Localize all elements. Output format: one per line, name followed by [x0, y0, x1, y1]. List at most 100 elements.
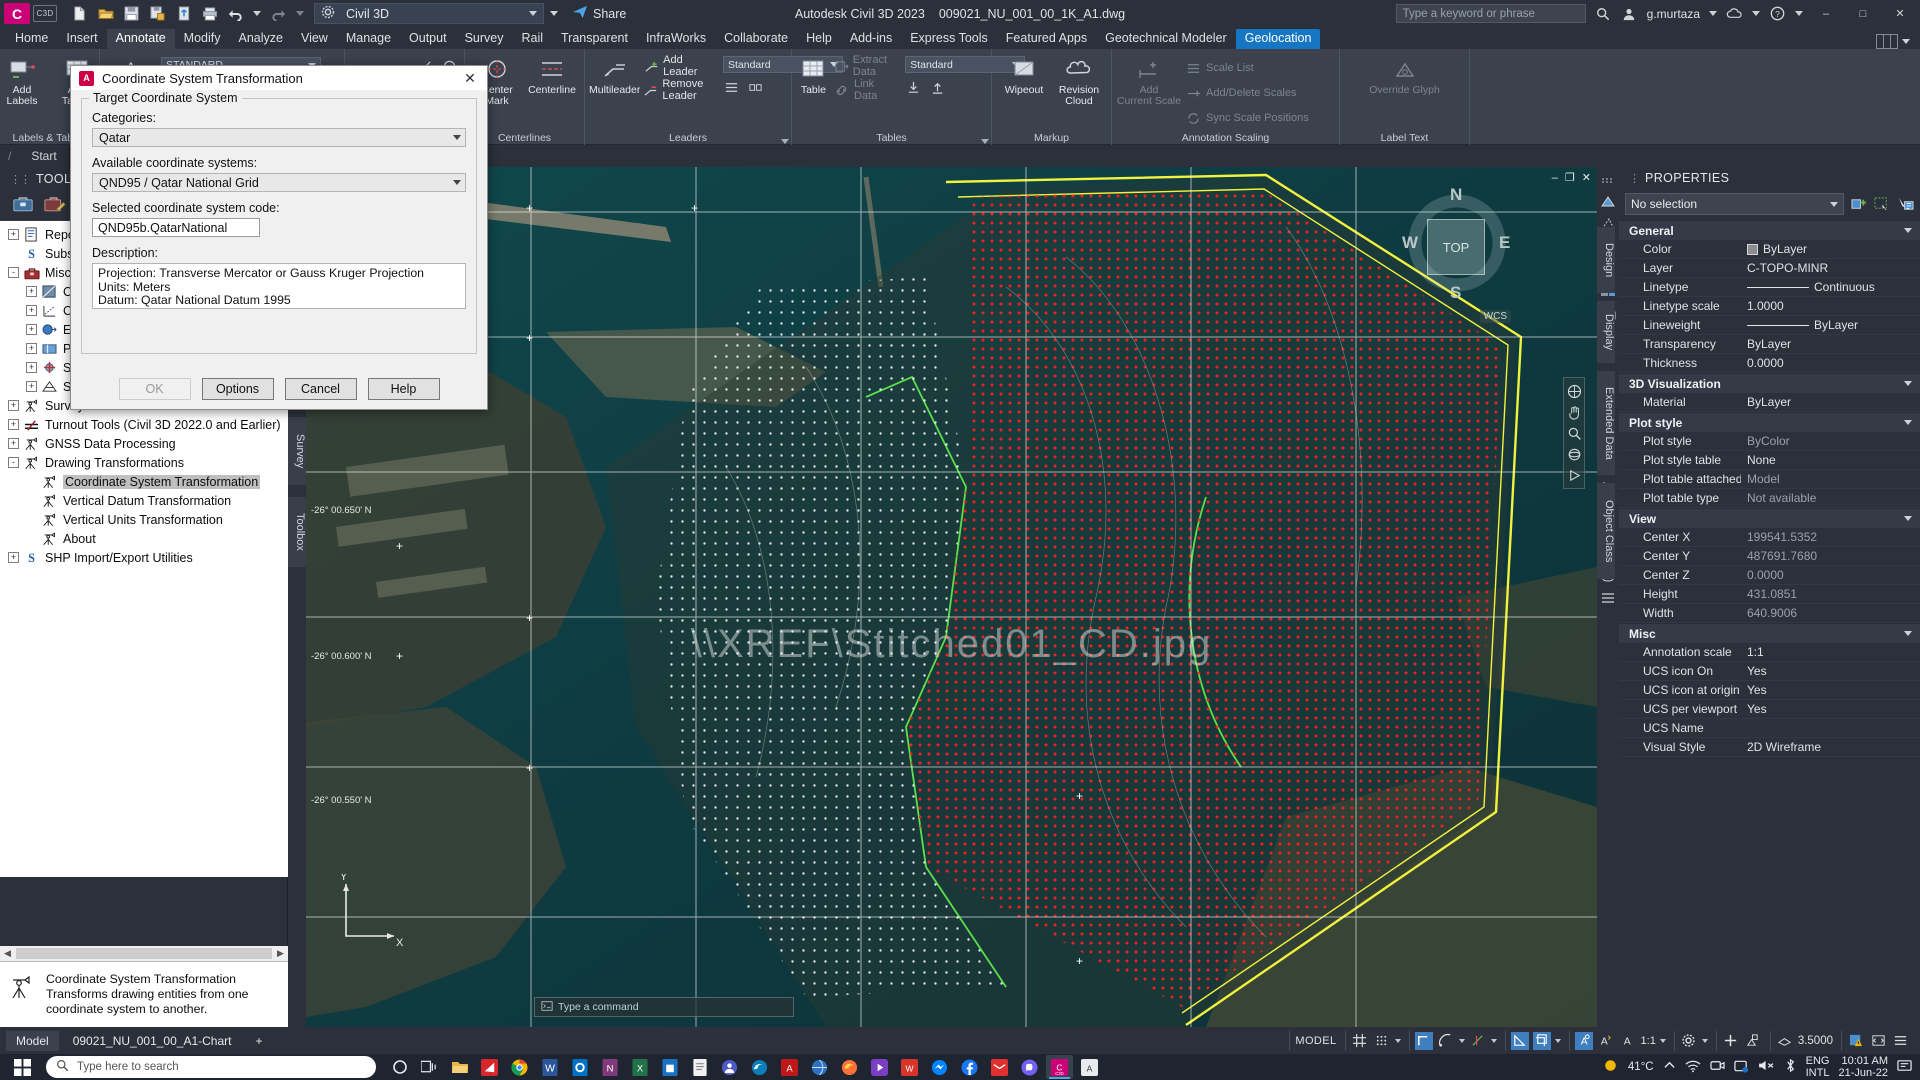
camera-icon[interactable] — [1710, 1059, 1725, 1075]
tree-expander-icon[interactable]: + — [26, 343, 37, 354]
print-icon[interactable] — [201, 5, 218, 22]
acad-icon[interactable]: A — [776, 1055, 803, 1079]
toolspace-hscrollbar[interactable]: ◀ ▶ — [0, 946, 288, 961]
select-objects-icon[interactable] — [1874, 196, 1891, 213]
search-input[interactable]: Type a keyword or phrase — [1395, 4, 1586, 23]
property-value[interactable]: 0.0000 — [1741, 356, 1920, 370]
layout-tab[interactable]: 09021_NU_001_00_A1-Chart — [63, 1031, 242, 1051]
model-space-button[interactable]: MODEL — [1289, 1030, 1341, 1051]
view-cube[interactable]: N S E W TOP — [1397, 179, 1517, 302]
property-value[interactable]: ByLayer — [1741, 337, 1920, 351]
property-value[interactable]: ByLayer — [1741, 242, 1920, 256]
snap-icon[interactable] — [1373, 1032, 1391, 1050]
property-value[interactable]: C-TOPO-MINR — [1741, 261, 1920, 275]
grip-icon[interactable]: ⋮⋮ — [10, 173, 31, 186]
property-row[interactable]: UCS icon On Yes — [1619, 662, 1920, 681]
grip-icon[interactable]: ⋮ — [1629, 172, 1640, 185]
toolbox-edit-tab-icon[interactable] — [44, 194, 66, 218]
property-group-header[interactable]: General — [1619, 220, 1920, 240]
showmotion-icon[interactable] — [1566, 467, 1582, 483]
bluetooth-icon[interactable] — [1784, 1058, 1797, 1076]
notifications-icon[interactable] — [1897, 1058, 1912, 1076]
word-icon[interactable]: W — [536, 1055, 563, 1079]
table-download-icon[interactable] — [905, 79, 922, 96]
tree-node[interactable]: + S SHP Import/Export Utilities — [0, 548, 288, 567]
mail-icon[interactable] — [986, 1055, 1013, 1079]
ribbon-tab-survey[interactable]: Survey — [456, 29, 513, 49]
property-value[interactable]: ByLayer — [1741, 395, 1920, 409]
viewcube-north-label[interactable]: N — [1450, 185, 1462, 205]
override-glyph-button[interactable]: Override Glyph — [1368, 52, 1442, 96]
ribbon-tab-infraworks[interactable]: InfraWorks — [637, 29, 715, 49]
tree-node[interactable]: - Drawing Transformations — [0, 453, 288, 472]
object-snap-icon[interactable] — [1469, 1032, 1487, 1050]
c3d-icon[interactable]: C C3D — [1046, 1055, 1073, 1079]
chevron-down-icon[interactable] — [1904, 228, 1912, 233]
tree-expander-icon[interactable]: + — [8, 229, 19, 240]
redo-dropdown-icon[interactable] — [296, 11, 304, 16]
volume-mute-icon[interactable] — [1758, 1059, 1775, 1075]
open-icon[interactable] — [97, 5, 114, 22]
scroll-thumb[interactable] — [16, 948, 272, 959]
cloud-menu-icon[interactable] — [1752, 11, 1760, 16]
user-menu-icon[interactable] — [1709, 11, 1717, 16]
add-labels-button[interactable]: Add Labels — [0, 52, 48, 107]
customize-icon[interactable] — [1891, 1032, 1909, 1050]
tree-expander-icon[interactable]: + — [8, 419, 19, 430]
teams-icon[interactable] — [716, 1055, 743, 1079]
chevron-down-icon[interactable] — [1904, 631, 1912, 636]
property-value[interactable]: 1:1 — [1741, 645, 1920, 659]
tree-expander-icon[interactable]: + — [8, 400, 19, 411]
viewport-window-controls[interactable]: – ❐ ✕ — [1552, 171, 1591, 185]
annotation-visibility-icon[interactable]: A — [1574, 1031, 1593, 1050]
property-row[interactable]: Plot style ByColor — [1619, 432, 1920, 451]
orbit-icon[interactable] — [1566, 446, 1582, 462]
extract-data-button[interactable]: Extract Data — [834, 54, 898, 78]
property-row[interactable]: Center X 199541.5352 — [1619, 528, 1920, 547]
tree-node[interactable]: Vertical Datum Transformation — [0, 491, 288, 510]
coordinate-system-transformation-dialog[interactable]: A Coordinate System Transformation ✕ Tar… — [70, 65, 488, 410]
ribbon-tab-manage[interactable]: Manage — [337, 29, 400, 49]
temperature-label[interactable]: 41°C — [1628, 1061, 1654, 1073]
new-icon[interactable] — [71, 5, 88, 22]
ribbon-tab-featured-apps[interactable]: Featured Apps — [997, 29, 1096, 49]
zoom-icon[interactable] — [1566, 425, 1582, 441]
ribbon-tab-add-ins[interactable]: Add-ins — [841, 29, 901, 49]
show-hidden-icons-icon[interactable] — [1663, 1060, 1676, 1074]
username-label[interactable]: g.murtaza — [1647, 7, 1700, 21]
polar-tracking-icon[interactable] — [1437, 1032, 1455, 1050]
saveas-icon[interactable] — [149, 5, 166, 22]
property-value[interactable]: 487691.7680 — [1741, 549, 1920, 563]
property-group-header[interactable]: Misc — [1619, 623, 1920, 643]
surface-create-icon[interactable] — [1599, 193, 1617, 211]
property-value[interactable]: None — [1741, 453, 1920, 467]
property-value[interactable]: Model — [1741, 472, 1920, 486]
property-row[interactable]: Center Y 487691.7680 — [1619, 547, 1920, 566]
qat-more-icon[interactable] — [550, 11, 558, 16]
tree-node[interactable]: About — [0, 529, 288, 548]
toolspace-tab-survey[interactable]: Survey — [288, 417, 306, 485]
store-icon[interactable] — [656, 1055, 683, 1079]
tree-node[interactable]: Coordinate System Transformation — [0, 472, 288, 491]
property-row[interactable]: Width 640.9006 — [1619, 604, 1920, 623]
ribbon-tab-transparent[interactable]: Transparent — [552, 29, 637, 49]
revision-cloud-button[interactable]: Revision Cloud — [1053, 52, 1105, 107]
osnap-dropdown-icon[interactable] — [1490, 1038, 1497, 1043]
steering-wheel-icon[interactable] — [1566, 383, 1582, 399]
panel-expand-icon[interactable] — [981, 139, 989, 144]
ribbon-tab-analyze[interactable]: Analyze — [229, 29, 291, 49]
property-row[interactable]: Color ByLayer — [1619, 240, 1920, 259]
tree-node[interactable]: + Turnout Tools (Civil 3D 2022.0 and Earl… — [0, 415, 288, 434]
chrome-icon[interactable] — [506, 1055, 533, 1079]
cancel-button[interactable]: Cancel — [284, 378, 357, 400]
property-value[interactable]: Yes — [1741, 702, 1920, 716]
selection-combo[interactable]: No selection — [1625, 193, 1844, 215]
tree-node[interactable]: + GNSS Data Processing — [0, 434, 288, 453]
viewcube-east-label[interactable]: E — [1499, 233, 1510, 253]
viewport-close-icon[interactable]: ✕ — [1582, 171, 1591, 184]
polar-dropdown-icon[interactable] — [1458, 1038, 1465, 1043]
property-row[interactable]: Transparency ByLayer — [1619, 335, 1920, 354]
property-row[interactable]: Linetype Continuous — [1619, 278, 1920, 297]
properties-body[interactable]: General Color ByLayer Layer C-TOPO-MINR Linet… — [1619, 220, 1920, 757]
hardware-acceleration-icon[interactable] — [1776, 1032, 1794, 1050]
